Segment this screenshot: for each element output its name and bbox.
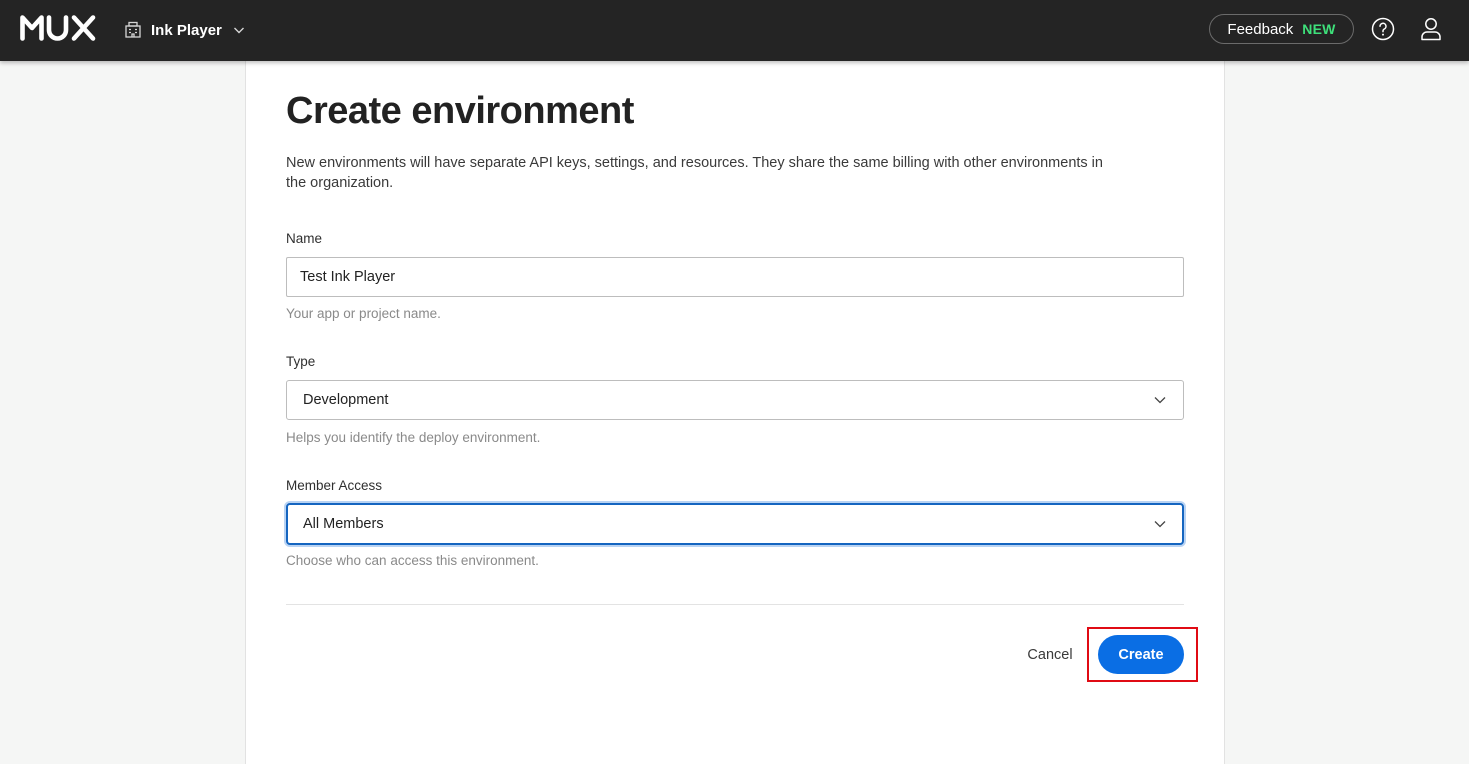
type-field-hint: Helps you identify the deploy environmen… [286, 430, 541, 445]
type-field-label: Type [286, 354, 316, 369]
chevron-down-icon [1153, 393, 1167, 407]
member-access-field-label: Member Access [286, 478, 383, 493]
feedback-label: Feedback [1227, 20, 1294, 38]
page-description: New environments will have separate API … [286, 155, 1103, 191]
name-input[interactable] [286, 257, 1184, 297]
chevron-down-icon [233, 24, 245, 36]
building-icon [124, 21, 142, 39]
user-icon [1421, 18, 1441, 41]
form-divider [286, 604, 1184, 605]
mux-logo[interactable] [20, 15, 96, 41]
create-button[interactable]: Create [1098, 635, 1184, 674]
type-selected-value: Development [303, 392, 389, 408]
top-navigation-bar: Ink Player Feedback NEW [0, 0, 1469, 61]
feedback-button[interactable]: Feedback NEW [1209, 14, 1354, 44]
member-access-field-hint: Choose who can access this environment. [286, 553, 539, 568]
question-circle-icon [1371, 17, 1395, 41]
member-access-selected-value: All Members [303, 516, 384, 532]
chevron-down-icon [1153, 517, 1167, 531]
type-select[interactable]: Development [286, 380, 1184, 420]
name-field-hint: Your app or project name. [286, 306, 441, 321]
new-badge: NEW [1302, 21, 1336, 37]
page-title: Create environment [286, 90, 634, 132]
member-access-select[interactable]: All Members [286, 503, 1184, 545]
environment-name: Ink Player [151, 21, 222, 39]
user-account-button[interactable] [1420, 17, 1442, 41]
environment-switcher[interactable]: Ink Player [124, 18, 245, 42]
cancel-button[interactable]: Cancel [1017, 641, 1083, 669]
help-button[interactable] [1371, 17, 1395, 41]
name-field-label: Name [286, 231, 323, 246]
mux-logo-icon [20, 15, 96, 41]
